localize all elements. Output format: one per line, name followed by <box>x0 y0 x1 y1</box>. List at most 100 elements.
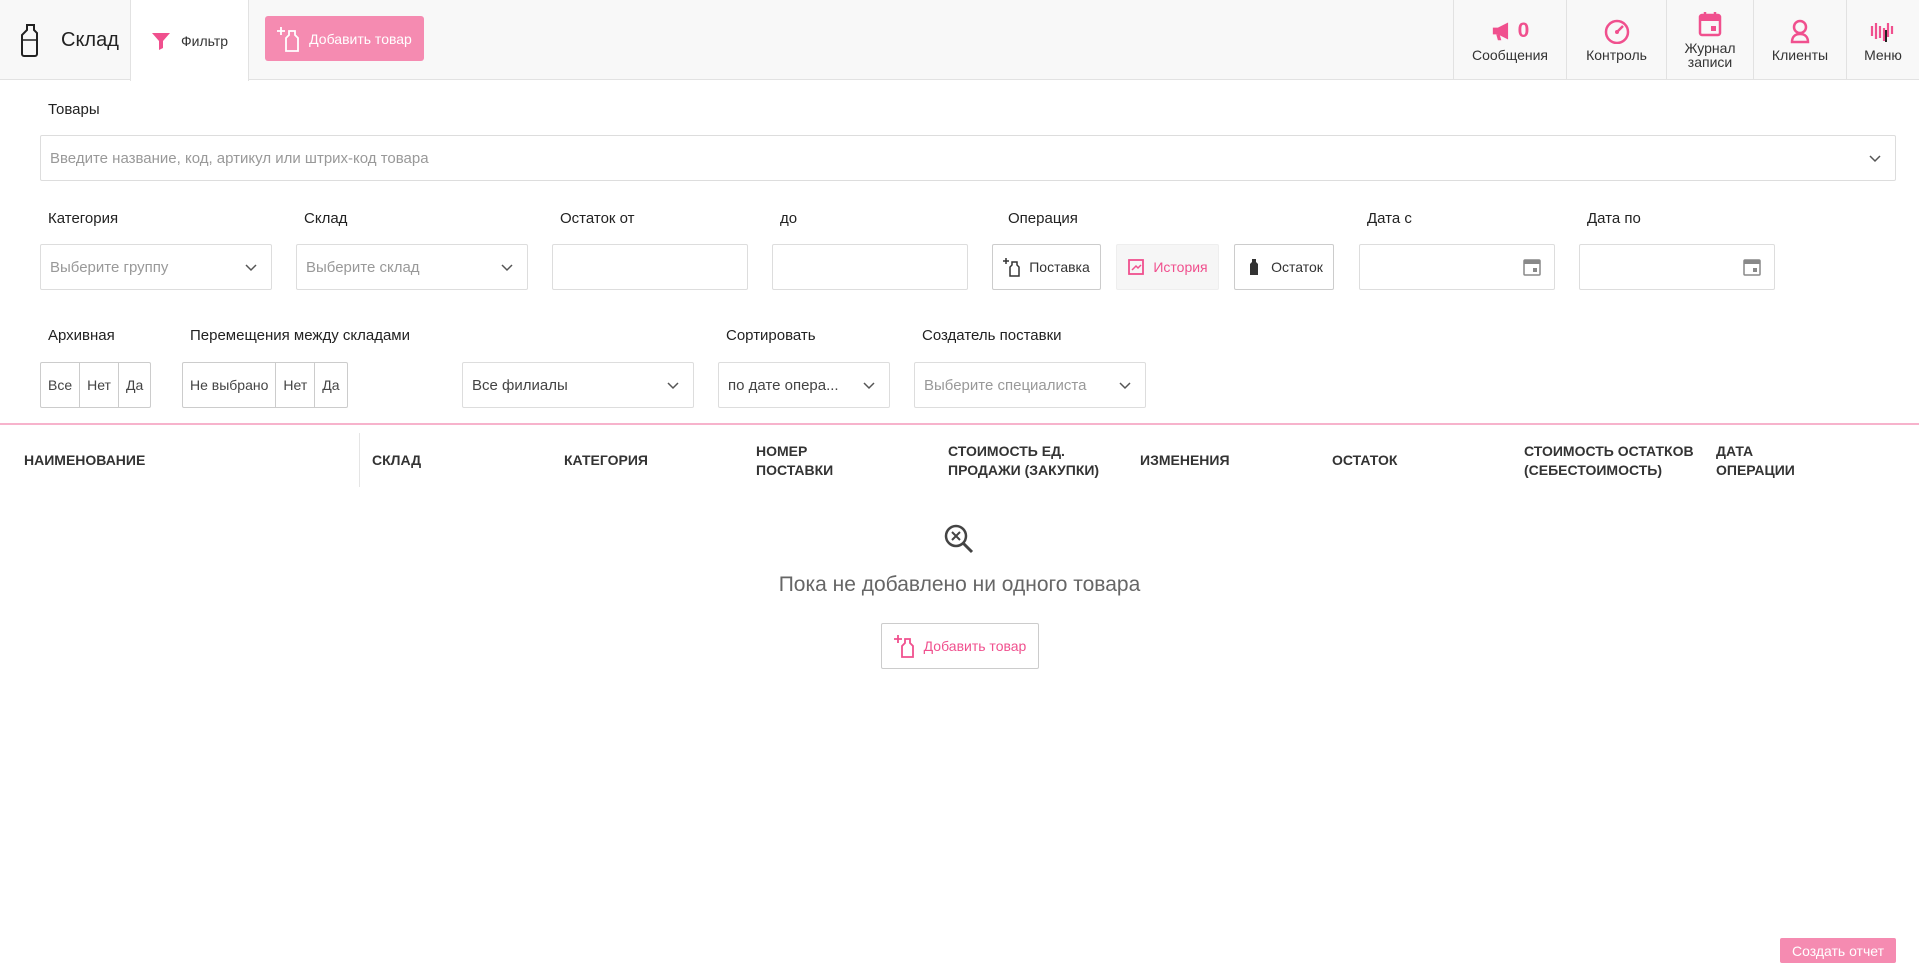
chevron-down-icon <box>667 382 679 390</box>
stock-from-input[interactable] <box>552 244 748 290</box>
column-supply-number-label-1: НОМЕР <box>756 443 808 459</box>
stock-to-label: до <box>780 210 798 227</box>
column-name-label: НАИМЕНОВАНИЕ <box>24 452 146 468</box>
operation-stock-button[interactable]: Остаток <box>1234 244 1334 290</box>
nav-clients-label: Клиенты <box>1771 47 1829 63</box>
column-changes[interactable]: ИЗМЕНЕНИЯ <box>1140 451 1230 470</box>
nav-messages[interactable]: 0 Сообщения <box>1453 0 1566 80</box>
brand: Склад <box>0 0 130 80</box>
column-operation-date[interactable]: ДАТА ОПЕРАЦИИ <box>1716 442 1795 480</box>
column-stock-cost[interactable]: СТОИМОСТЬ ОСТАТКОВ (СЕБЕСТОИМОСТЬ) <box>1524 442 1694 480</box>
archive-option-yes[interactable]: Да <box>119 363 150 407</box>
add-product-label: Добавить товар <box>309 30 412 47</box>
filter-tab-label: Фильтр <box>180 32 229 49</box>
column-name[interactable]: НАИМЕНОВАНИЕ <box>24 451 145 470</box>
products-label: Товары <box>48 101 100 118</box>
column-operation-date-label-1: ДАТА <box>1716 443 1754 459</box>
sort-select[interactable]: по дате опера... <box>718 362 890 408</box>
calendar-icon[interactable] <box>1522 257 1542 277</box>
chevron-down-icon <box>1869 155 1881 163</box>
column-operation-date-label-2: ОПЕРАЦИИ <box>1716 462 1795 478</box>
column-warehouse[interactable]: СКЛАД <box>372 451 421 470</box>
operation-stock-label: Остаток <box>1271 259 1323 275</box>
nav-journal-label-2: записи <box>1687 54 1733 70</box>
column-stock-cost-label-1: СТОИМОСТЬ ОСТАТКОВ <box>1524 443 1694 459</box>
creator-label: Создатель поставки <box>922 327 1062 344</box>
column-stock[interactable]: ОСТАТОК <box>1332 451 1397 470</box>
warehouse-select[interactable]: Выберите склад <box>296 244 528 290</box>
column-warehouse-label: СКЛАД <box>372 452 422 468</box>
column-unit-price-label-2: ПРОДАЖИ (ЗАКУПКИ) <box>948 462 1100 478</box>
column-divider <box>359 433 360 487</box>
date-from-label: Дата с <box>1367 210 1412 227</box>
date-to-input[interactable] <box>1579 244 1775 290</box>
empty-add-product-label: Добавить товар <box>923 638 1027 654</box>
chevron-down-icon <box>245 264 257 272</box>
transfers-option-yes[interactable]: Да <box>315 363 346 407</box>
page-title: Склад <box>61 28 119 51</box>
creator-placeholder: Выберите специалиста <box>924 376 1087 394</box>
archive-label: Архивная <box>48 327 115 344</box>
archive-option-no[interactable]: Нет <box>80 363 119 407</box>
archive-option-all[interactable]: Все <box>41 363 81 407</box>
products-search-placeholder: Введите название, код, артикул или штрих… <box>50 149 429 167</box>
operation-history-button[interactable]: История <box>1116 244 1219 290</box>
warehouse-label: Склад <box>304 210 348 227</box>
user-icon <box>1790 19 1810 44</box>
sort-label: Сортировать <box>726 327 816 344</box>
column-unit-price[interactable]: СТОИМОСТЬ ЕД. ПРОДАЖИ (ЗАКУПКИ) <box>948 442 1099 480</box>
products-search-input[interactable]: Введите название, код, артикул или штрих… <box>40 135 1896 181</box>
funnel-icon <box>151 32 170 50</box>
column-unit-price-label-1: СТОИМОСТЬ ЕД. <box>948 443 1065 459</box>
add-bottle-icon <box>277 26 300 52</box>
empty-state-text: Пока не добавлено ни одного товара <box>778 573 1141 596</box>
create-report-button[interactable]: Создать отчет <box>1780 938 1896 963</box>
date-from-input[interactable] <box>1359 244 1555 290</box>
bottle-icon <box>1250 259 1259 275</box>
branches-select[interactable]: Все филиалы <box>462 362 694 408</box>
menu-heart-icon <box>1870 23 1894 42</box>
operation-history-label: История <box>1153 259 1208 275</box>
category-select[interactable]: Выберите группу <box>40 244 272 290</box>
column-stock-label: ОСТАТОК <box>1332 452 1398 468</box>
column-category[interactable]: КАТЕГОРИЯ <box>564 451 648 470</box>
top-bar: Склад Фильтр Добавить товар 0 Сообщения <box>0 0 1919 81</box>
speedometer-icon <box>1604 19 1629 44</box>
column-supply-number-label-2: ПОСТАВКИ <box>756 462 834 478</box>
nav-journal-label-1: Журнал <box>1684 40 1736 56</box>
nav-messages-label: Сообщения <box>1472 47 1548 63</box>
category-label: Категория <box>48 210 119 227</box>
creator-select[interactable]: Выберите специалиста <box>914 362 1146 408</box>
column-stock-cost-label-2: (СЕБЕСТОИМОСТЬ) <box>1524 462 1663 478</box>
column-supply-number[interactable]: НОМЕР ПОСТАВКИ <box>756 442 833 480</box>
archive-segment: Все Нет Да <box>40 362 152 408</box>
history-chart-icon <box>1128 259 1145 275</box>
transfers-segment: Не выбрано Нет Да <box>182 362 348 408</box>
chevron-down-icon <box>1119 382 1131 390</box>
operation-label: Операция <box>1008 210 1078 227</box>
chevron-down-icon <box>863 382 875 390</box>
nav-clients[interactable]: Клиенты <box>1753 0 1846 80</box>
messages-count: 0 <box>1517 19 1530 42</box>
calendar-icon <box>1698 12 1722 37</box>
megaphone-icon <box>1492 22 1508 41</box>
transfers-option-none[interactable]: Не выбрано <box>183 363 277 407</box>
nav-menu[interactable]: Меню <box>1846 0 1919 80</box>
sort-value: по дате опера... <box>728 376 839 394</box>
table-divider <box>0 423 1919 425</box>
bottle-icon <box>21 24 38 57</box>
operation-supply-button[interactable]: Поставка <box>992 244 1101 290</box>
column-category-label: КАТЕГОРИЯ <box>564 452 648 468</box>
nav-control[interactable]: Контроль <box>1566 0 1666 80</box>
empty-add-product-button[interactable]: Добавить товар <box>881 623 1039 669</box>
nav-control-label: Контроль <box>1586 47 1647 63</box>
transfers-option-no[interactable]: Нет <box>276 363 316 407</box>
operation-supply-label: Поставка <box>1029 259 1090 275</box>
calendar-icon[interactable] <box>1742 257 1762 277</box>
nav-journal[interactable]: Журнал записи <box>1666 0 1753 80</box>
search-empty-icon <box>944 524 974 554</box>
stock-to-input[interactable] <box>772 244 968 290</box>
add-product-button[interactable]: Добавить товар <box>265 16 424 61</box>
filter-tab[interactable]: Фильтр <box>130 0 249 81</box>
transfers-label: Перемещения между складами <box>190 327 410 344</box>
